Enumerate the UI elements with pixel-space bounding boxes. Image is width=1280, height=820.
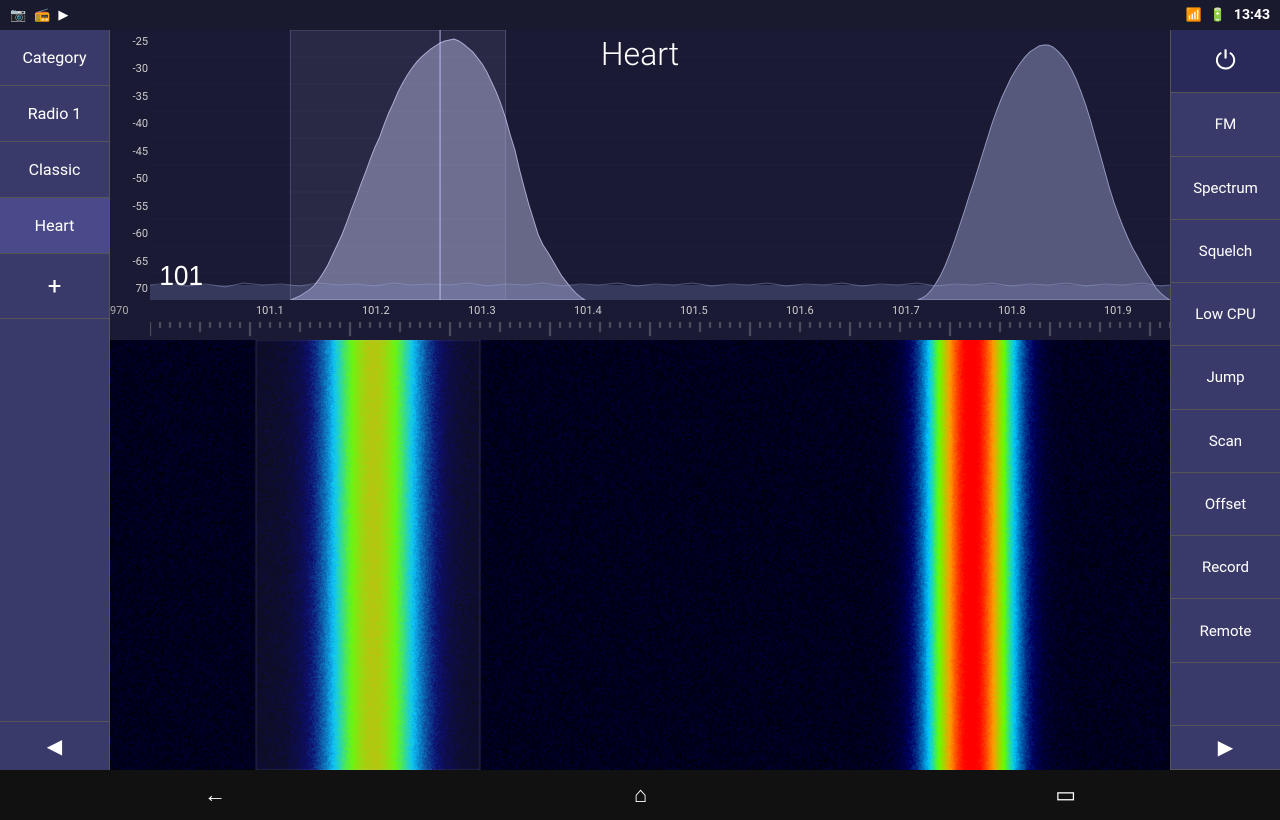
freq-label-101-3: 101.3 — [468, 304, 496, 317]
svg-text:101: 101 — [159, 259, 203, 291]
clock: 13:43 — [1234, 7, 1270, 23]
right-sidebar: ⏻ FM Spectrum Squelch Low CPU Jump Scan … — [1170, 30, 1280, 770]
wifi-icon: 📶 — [1186, 8, 1202, 23]
spectrum-button[interactable]: Spectrum — [1171, 157, 1280, 220]
spectrum-title: Heart — [601, 35, 679, 73]
offset-button[interactable]: Offset — [1171, 473, 1280, 536]
sidebar-add-button[interactable]: + — [0, 254, 109, 319]
battery-icon: 🔋 — [1210, 8, 1226, 23]
freq-label-101-9: 101.9 — [1104, 304, 1132, 317]
right-sidebar-spacer — [1171, 663, 1280, 726]
home-button[interactable]: ⌂ — [634, 782, 647, 808]
sidebar-item-heart[interactable]: Heart — [0, 198, 109, 254]
back-button[interactable]: ← — [204, 782, 226, 808]
lowcpu-button[interactable]: Low CPU — [1171, 283, 1280, 346]
freq-label-101-6: 101.6 — [786, 304, 814, 317]
sidebar-item-category[interactable]: Category — [0, 30, 109, 86]
y-label-10: 70 — [112, 282, 148, 295]
radio-icon: 📻 — [34, 8, 50, 23]
scan-button[interactable]: Scan — [1171, 410, 1280, 473]
freq-label-101-4: 101.4 — [574, 304, 602, 317]
freq-start-label: 970 — [110, 304, 129, 317]
right-nav-arrow[interactable]: ▶ — [1171, 726, 1280, 770]
y-label-9: -65 — [112, 255, 148, 268]
spectrum-graph: Heart -25 -30 -35 -40 -45 -50 -55 -60 -6… — [110, 30, 1170, 300]
freq-label-101-7: 101.7 — [892, 304, 920, 317]
squelch-button[interactable]: Squelch — [1171, 220, 1280, 283]
main-layout: Category Radio 1 Classic Heart + ◀ Heart… — [0, 30, 1280, 770]
power-icon: ⏻ — [1215, 46, 1236, 77]
y-axis: -25 -30 -35 -40 -45 -50 -55 -60 -65 70 — [110, 30, 150, 300]
y-label-4: -40 — [112, 117, 148, 130]
spectrum-area: Heart -25 -30 -35 -40 -45 -50 -55 -60 -6… — [110, 30, 1170, 770]
y-label-6: -50 — [112, 172, 148, 185]
tick-bar — [110, 322, 1170, 340]
y-label-7: -55 — [112, 200, 148, 213]
sidebar-item-classic[interactable]: Classic — [0, 142, 109, 198]
y-label-1: -25 — [112, 35, 148, 48]
y-label-5: -45 — [112, 145, 148, 158]
y-label-3: -35 — [112, 90, 148, 103]
power-button[interactable]: ⏻ — [1171, 30, 1280, 93]
waterfall-display[interactable] — [110, 340, 1170, 770]
sidebar-item-radio1[interactable]: Radio 1 — [0, 86, 109, 142]
freq-label-101-5: 101.5 — [680, 304, 708, 317]
screenshot-icon: 📷 — [10, 8, 26, 23]
freq-label-101-1: 101.1 — [256, 304, 284, 317]
remote-button[interactable]: Remote — [1171, 599, 1280, 662]
freq-label-101-2: 101.2 — [362, 304, 390, 317]
y-label-8: -60 — [112, 227, 148, 240]
recent-button[interactable]: ▭ — [1055, 783, 1076, 808]
freq-label-101-8: 101.8 — [998, 304, 1026, 317]
jump-button[interactable]: Jump — [1171, 346, 1280, 409]
sidebar-prev-arrow[interactable]: ◀ — [0, 721, 109, 770]
sidebar-nav-bottom: ◀ — [0, 319, 109, 770]
status-bar: 📷 📻 ▶ 📶 🔋 13:43 — [0, 0, 1280, 30]
play-icon: ▶ — [58, 8, 68, 23]
nav-bar: ← ⌂ ▭ — [0, 770, 1280, 820]
record-button[interactable]: Record — [1171, 536, 1280, 599]
y-label-2: -30 — [112, 62, 148, 75]
left-sidebar: Category Radio 1 Classic Heart + ◀ — [0, 30, 110, 770]
fm-button[interactable]: FM — [1171, 93, 1280, 156]
freq-ruler: 970 101.1 101.2 101.3 101.4 101.5 101.6 … — [110, 300, 1170, 322]
